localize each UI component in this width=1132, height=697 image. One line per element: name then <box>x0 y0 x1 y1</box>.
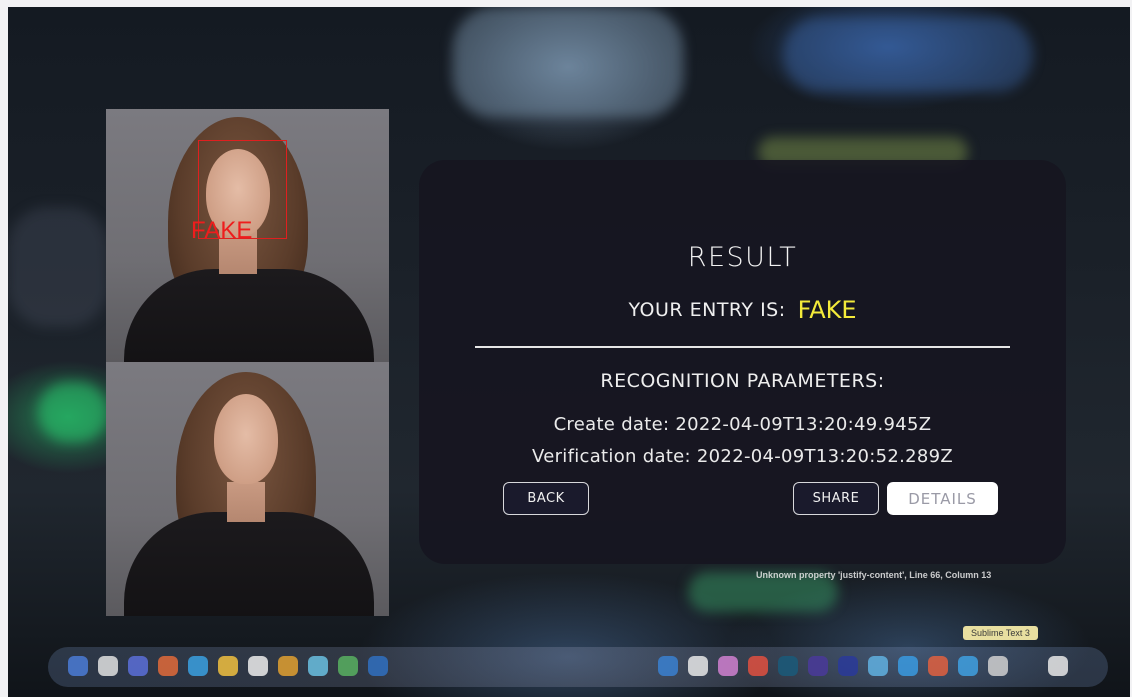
entry-result: YOUR ENTRY IS: FAKE <box>419 296 1066 324</box>
dock-app-icon <box>958 656 978 676</box>
dock-app-icon <box>248 656 268 676</box>
analyzed-frame-image: FAKE <box>106 109 389 362</box>
background-code-block <box>783 17 1033 92</box>
dock-app-icon <box>1048 656 1068 676</box>
dock-app-icon <box>778 656 798 676</box>
dock-app-icon <box>338 656 358 676</box>
dock-app-icon <box>748 656 768 676</box>
original-frame-image <box>106 362 389 616</box>
dock-app-icon <box>688 656 708 676</box>
neck-shape <box>227 482 265 522</box>
dock-app-icon <box>278 656 298 676</box>
dock-app-icon <box>218 656 238 676</box>
dock-app-icon <box>158 656 178 676</box>
background-sublime-tag: Sublime Text 3 <box>963 626 1038 640</box>
dock-app-icon <box>658 656 678 676</box>
details-button[interactable]: DETAILS <box>887 482 998 515</box>
face-shape <box>214 394 278 484</box>
result-title: RESULT <box>687 242 798 273</box>
dock-app-icon <box>308 656 328 676</box>
dock-app-icon <box>98 656 118 676</box>
dock-app-icon <box>928 656 948 676</box>
entry-value: FAKE <box>797 296 857 324</box>
dock-app-icon <box>838 656 858 676</box>
entry-label: YOUR ENTRY IS: <box>628 299 786 321</box>
dock-app-icon <box>988 656 1008 676</box>
background-monitor-glow <box>453 7 683 117</box>
background-status-text: Unknown property 'justify-content', Line… <box>756 570 992 580</box>
dock-app-icon <box>718 656 738 676</box>
back-button[interactable]: BACK <box>503 482 589 515</box>
dock-app-icon <box>808 656 828 676</box>
create-date: Create date: 2022-04-09T13:20:49.945Z <box>553 414 932 435</box>
dock-app-icon <box>898 656 918 676</box>
background-green-block <box>38 382 108 442</box>
torso-shape <box>124 269 374 362</box>
verification-date: Verification date: 2022-04-09T13:20:52.2… <box>532 446 953 467</box>
detection-label: FAKE <box>191 217 253 244</box>
dock-app-icon <box>188 656 208 676</box>
background-left-panel <box>8 207 108 327</box>
divider <box>475 346 1010 348</box>
share-button[interactable]: SHARE <box>793 482 879 515</box>
result-panel: RESULT YOUR ENTRY IS: FAKE RECOGNITION PA… <box>419 160 1066 564</box>
dock-app-icon <box>368 656 388 676</box>
torso-shape <box>124 512 374 616</box>
dock-app-icon <box>68 656 88 676</box>
recognition-parameters-title: RECOGNITION PARAMETERS: <box>600 370 885 392</box>
dock-app-icon <box>128 656 148 676</box>
dock-app-icon <box>868 656 888 676</box>
